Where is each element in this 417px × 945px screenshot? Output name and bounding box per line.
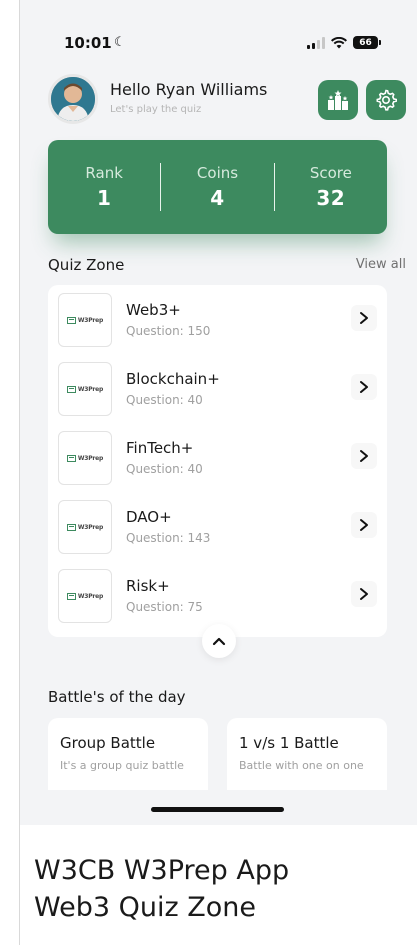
stat-score: Score 32 [275, 164, 387, 210]
list-item[interactable]: W3Prep FinTech+ Question: 40 [48, 423, 387, 491]
battle-title: Group Battle [60, 734, 156, 752]
home-indicator[interactable] [151, 807, 284, 812]
stat-coins: Coins 4 [161, 164, 273, 210]
quiz-name: FinTech+ [126, 439, 194, 457]
quiz-question-count: Question: 40 [126, 462, 203, 476]
stats-card: Rank 1 Coins 4 Score 32 [48, 140, 387, 234]
screenshot-frame: 10:01 ☾ 66 Hello Ryan Williams Let's pla… [19, 0, 417, 945]
battle-description: Battle with one on one [239, 759, 364, 772]
greeting-subtitle: Let's play the quiz [110, 104, 202, 115]
list-item[interactable]: W3Prep DAO+ Question: 143 [48, 492, 387, 560]
status-indicators: 66 [307, 36, 381, 49]
quiz-name: DAO+ [126, 508, 172, 526]
quiz-question-count: Question: 75 [126, 600, 203, 614]
stat-label: Rank [85, 164, 123, 182]
wifi-icon [331, 36, 347, 48]
quiz-list: W3Prep Web3+ Question: 150 W3Prep Blockc… [48, 285, 387, 637]
gear-icon [376, 89, 397, 111]
list-item[interactable]: W3Prep Risk+ Question: 75 [48, 561, 387, 629]
stat-value: 32 [316, 186, 346, 210]
caption-line-1: W3CB W3Prep App [34, 855, 290, 886]
battle-description: It's a group quiz battle [60, 759, 184, 772]
header: Hello Ryan Williams Let's play the quiz [48, 74, 406, 126]
avatar-photo [51, 77, 95, 121]
settings-button[interactable] [366, 80, 406, 120]
w3prep-logo: W3Prep [58, 293, 112, 347]
quiz-zone-title: Quiz Zone [48, 256, 125, 274]
moon-icon: ☾ [114, 35, 126, 50]
greeting: Hello Ryan Williams [110, 80, 268, 99]
chevron-right-icon[interactable] [351, 443, 377, 469]
stat-label: Score [309, 164, 352, 182]
avatar[interactable] [48, 74, 98, 124]
stat-rank: Rank 1 [48, 164, 160, 210]
collapse-button[interactable] [202, 624, 236, 658]
w3prep-logo: W3Prep [58, 569, 112, 623]
battle-title: 1 v/s 1 Battle [239, 734, 339, 752]
status-bar: 10:01 ☾ 66 [64, 34, 381, 56]
quiz-question-count: Question: 40 [126, 393, 203, 407]
chevron-right-icon[interactable] [351, 305, 377, 331]
chevron-right-icon[interactable] [351, 581, 377, 607]
stat-value: 4 [210, 186, 225, 210]
view-all-link[interactable]: View all [356, 257, 406, 272]
caption-line-2: Web3 Quiz Zone [34, 892, 256, 923]
list-item[interactable]: W3Prep Blockchain+ Question: 40 [48, 354, 387, 422]
leaderboard-button[interactable] [318, 80, 358, 120]
w3prep-logo: W3Prep [58, 500, 112, 554]
w3prep-logo: W3Prep [58, 431, 112, 485]
quiz-question-count: Question: 143 [126, 531, 211, 545]
chevron-up-icon [212, 637, 226, 646]
chevron-right-icon[interactable] [351, 374, 377, 400]
stat-label: Coins [196, 164, 239, 182]
signal-icon [307, 36, 325, 49]
phone-screen: 10:01 ☾ 66 Hello Ryan Williams Let's pla… [20, 0, 417, 825]
chevron-right-icon[interactable] [351, 512, 377, 538]
leaderboard-icon [328, 90, 348, 110]
status-time: 10:01 [64, 34, 112, 52]
battery-icon: 66 [353, 36, 381, 49]
w3prep-logo: W3Prep [58, 362, 112, 416]
stat-value: 1 [96, 186, 112, 210]
list-item[interactable]: W3Prep Web3+ Question: 150 [48, 285, 387, 353]
caption: W3CB W3Prep App Web3 Quiz Zone [34, 852, 289, 926]
quiz-name: Risk+ [126, 577, 170, 595]
quiz-name: Web3+ [126, 301, 181, 319]
battles-title: Battle's of the day [48, 688, 186, 706]
quiz-question-count: Question: 150 [126, 324, 211, 338]
quiz-name: Blockchain+ [126, 370, 220, 388]
